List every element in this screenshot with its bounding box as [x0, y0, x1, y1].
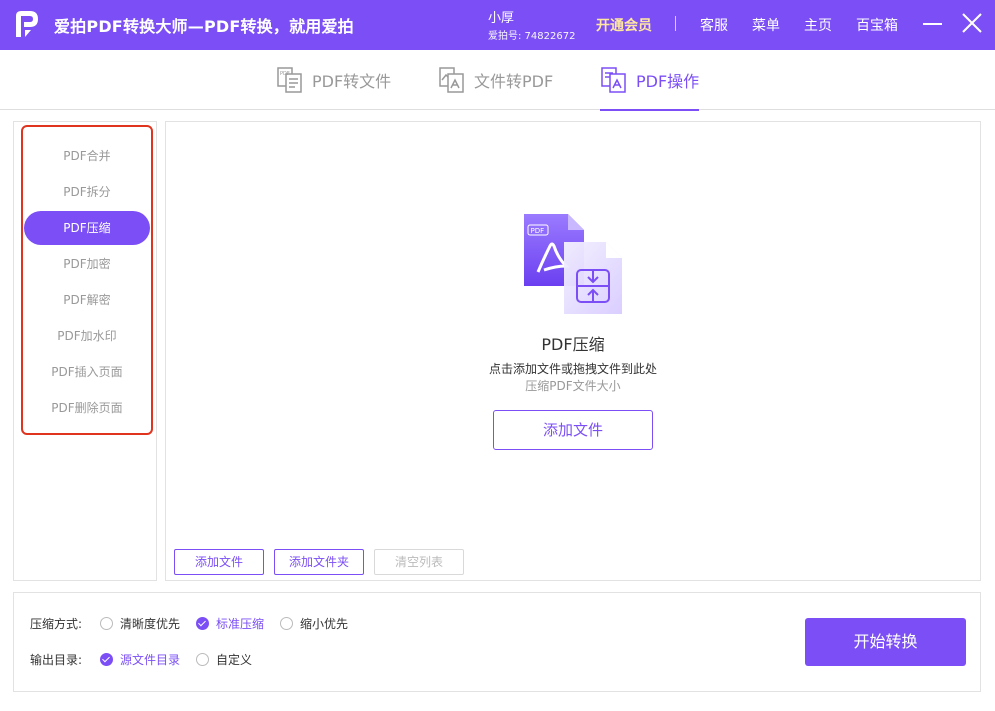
- pdf-badge-text: PDF: [531, 227, 545, 235]
- sidebar-item-watermark[interactable]: PDF加水印: [24, 319, 150, 353]
- add-file-button-large[interactable]: 添加文件: [493, 410, 653, 450]
- vip-button[interactable]: 开通会员: [596, 15, 652, 35]
- pdf-compress-icon: PDF: [524, 214, 622, 314]
- radio-dot: [100, 653, 113, 666]
- add-folder-button[interactable]: 添加文件夹: [274, 549, 364, 575]
- radio-dot: [196, 617, 209, 630]
- drop-area-title: PDF压缩: [541, 335, 605, 354]
- drop-area-hint: 点击添加文件或拖拽文件到此处: [488, 362, 657, 376]
- add-file-button[interactable]: 添加文件: [174, 549, 264, 575]
- menu-link[interactable]: 菜单: [752, 15, 780, 35]
- pdf-to-file-icon: PDF: [277, 67, 302, 93]
- sidebar-item-insert-page[interactable]: PDF插入页面: [24, 355, 150, 389]
- sidebar-item-split[interactable]: PDF拆分: [24, 175, 150, 209]
- file-to-pdf-icon: [439, 67, 464, 93]
- sidebar-item-merge[interactable]: PDF合并: [24, 139, 150, 173]
- sidebar-item-decrypt[interactable]: PDF解密: [24, 283, 150, 317]
- sidebar: PDF合并 PDF拆分 PDF压缩 PDF加密 PDF解密 PDF加水印 PDF…: [13, 121, 157, 581]
- clear-list-button[interactable]: 清空列表: [374, 549, 464, 575]
- sidebar-item-delete-page[interactable]: PDF删除页面: [24, 391, 150, 425]
- main-tabs: PDF PDF转文件 文件转PDF PDF操作: [0, 50, 995, 111]
- start-convert-button[interactable]: 开始转换: [805, 618, 966, 666]
- tab-label: 文件转PDF: [474, 72, 554, 91]
- radio-dot: [280, 617, 293, 630]
- sidebar-item-compress[interactable]: PDF压缩: [24, 211, 150, 245]
- radio-source-dir[interactable]: 源文件目录: [100, 651, 180, 668]
- sidebar-item-encrypt[interactable]: PDF加密: [24, 247, 150, 281]
- tab-label: PDF操作: [636, 72, 700, 91]
- radio-smaller-first[interactable]: 缩小优先: [280, 615, 348, 632]
- radio-dot: [196, 653, 209, 666]
- svg-text:PDF: PDF: [280, 71, 290, 77]
- titlebar-divider: [675, 16, 676, 31]
- radio-label: 源文件目录: [120, 653, 181, 667]
- radio-label: 自定义: [216, 653, 253, 667]
- output-dir-label: 输出目录:: [30, 653, 83, 667]
- app-title: 爱拍PDF转换大师—PDF转换，就用爱拍: [54, 17, 354, 36]
- user-name[interactable]: 小厚: [488, 7, 514, 26]
- tab-file-to-pdf[interactable]: 文件转PDF: [438, 50, 553, 110]
- user-id: 爱拍号: 74822672: [488, 31, 576, 42]
- tab-pdf-operation[interactable]: PDF操作: [600, 50, 700, 111]
- tab-label: PDF转文件: [312, 72, 392, 91]
- title-bar: 爱拍PDF转换大师—PDF转换，就用爱拍 小厚 爱拍号: 74822672 开通…: [0, 0, 995, 50]
- home-link[interactable]: 主页: [804, 15, 832, 35]
- radio-clarity-first[interactable]: 清晰度优先: [100, 615, 180, 632]
- toolbox-link[interactable]: 百宝箱: [856, 15, 898, 35]
- minimize-icon[interactable]: [922, 14, 944, 34]
- radio-label: 标准压缩: [216, 617, 265, 631]
- customer-service-link[interactable]: 客服: [700, 15, 728, 35]
- options-panel: 压缩方式: 清晰度优先 标准压缩 缩小优先 输出目录: 源文件目录 自定义 开始…: [13, 592, 981, 692]
- app-logo-icon: [16, 11, 38, 37]
- close-icon[interactable]: [961, 12, 983, 34]
- radio-label: 缩小优先: [300, 617, 349, 631]
- pdf-operation-icon: [601, 67, 626, 93]
- file-drop-area[interactable]: PDF PDF压缩 点击添加文件或拖拽文件到此处 压缩PDF文件大小 添加文件 …: [165, 121, 981, 581]
- tab-pdf-to-file[interactable]: PDF PDF转文件: [276, 50, 391, 110]
- radio-dot: [100, 617, 113, 630]
- compress-mode-label: 压缩方式:: [30, 617, 83, 631]
- radio-standard-compress[interactable]: 标准压缩: [196, 615, 264, 632]
- radio-custom-dir[interactable]: 自定义: [196, 651, 252, 668]
- radio-label: 清晰度优先: [120, 617, 181, 631]
- drop-area-subhint: 压缩PDF文件大小: [525, 379, 621, 393]
